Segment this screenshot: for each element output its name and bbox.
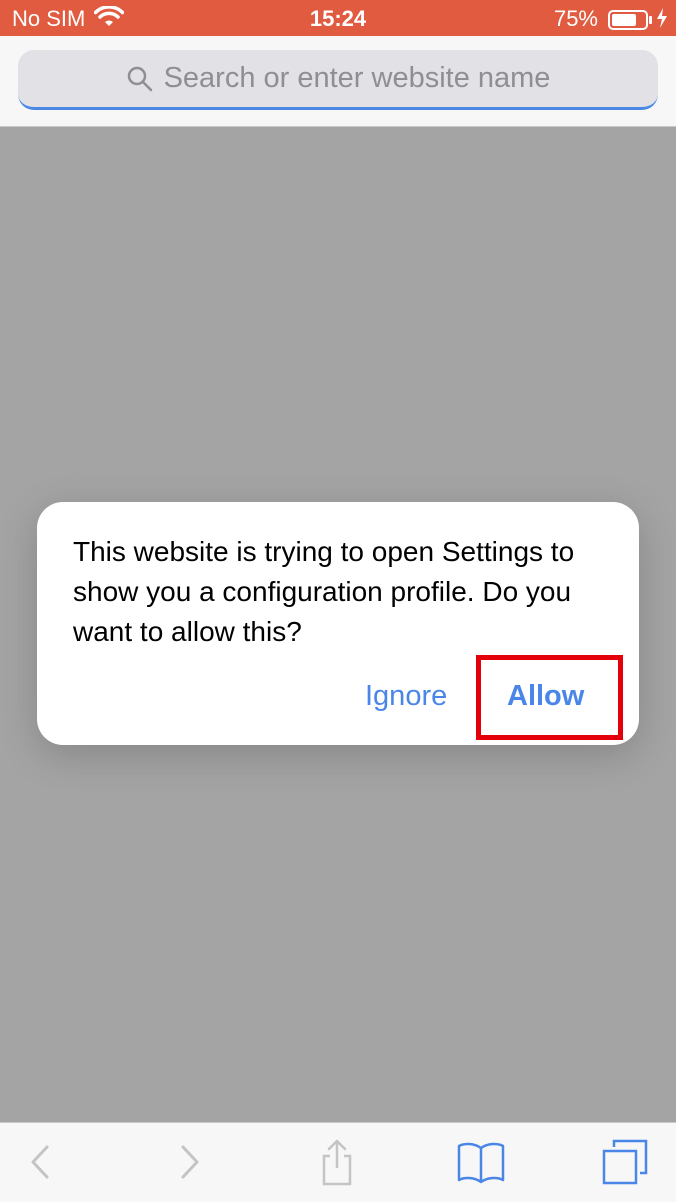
status-bar: No SIM 15:24 75%	[0, 0, 676, 36]
browser-nav-area: Search or enter website name	[0, 36, 676, 127]
allow-highlight-box	[476, 655, 623, 740]
search-icon	[126, 65, 154, 93]
battery-percent: 75%	[553, 6, 598, 31]
tabs-icon[interactable]	[600, 1137, 650, 1187]
charging-bolt-icon	[656, 8, 668, 34]
bottom-toolbar	[0, 1122, 676, 1202]
search-input[interactable]: Search or enter website name	[18, 50, 658, 110]
search-placeholder: Search or enter website name	[163, 62, 551, 94]
back-icon[interactable]	[16, 1137, 66, 1187]
alert-message: This website is trying to open Settings …	[73, 536, 575, 647]
ignore-button[interactable]: Ignore	[365, 680, 447, 713]
forward-icon[interactable]	[164, 1137, 214, 1187]
bookmarks-icon[interactable]	[456, 1137, 506, 1187]
battery-icon	[608, 10, 654, 36]
share-icon[interactable]	[312, 1137, 362, 1187]
